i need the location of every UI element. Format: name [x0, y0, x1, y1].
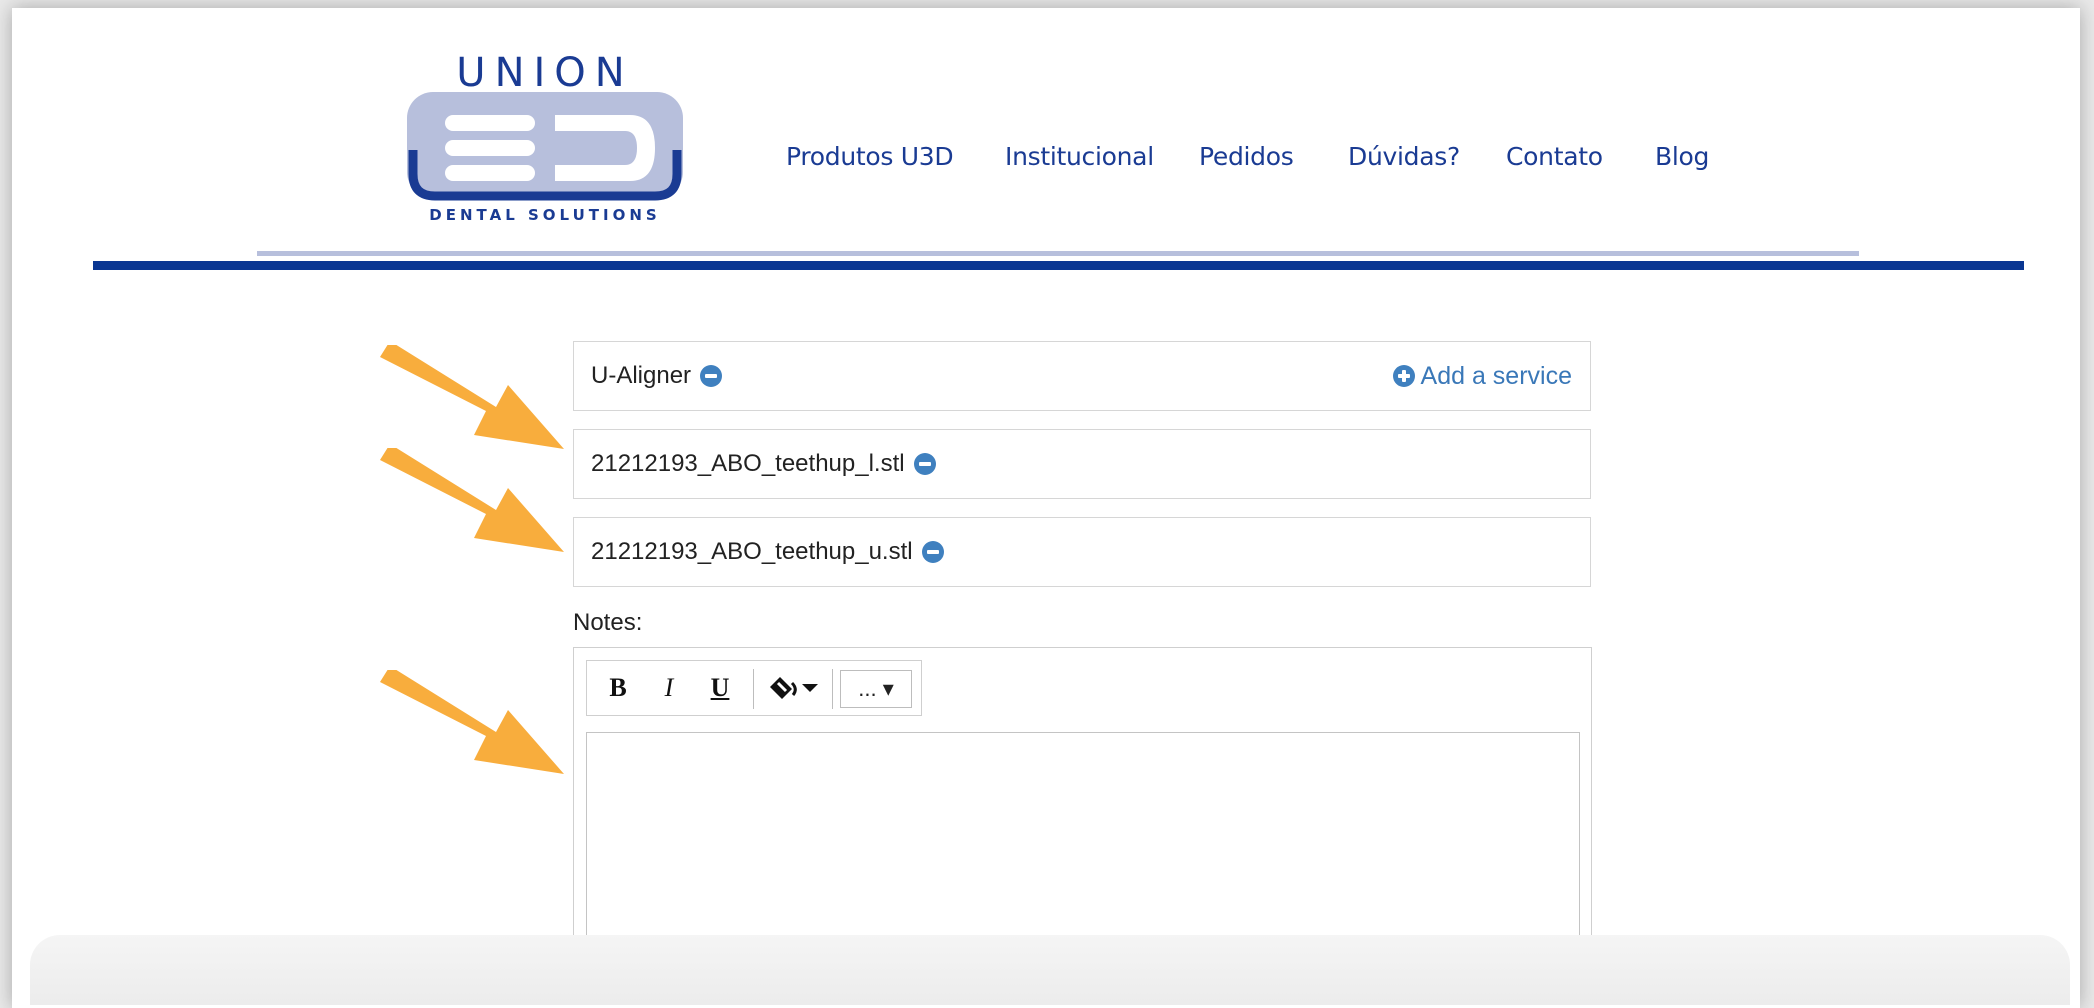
- annotation-arrow-icon: [380, 670, 564, 774]
- notes-label: Notes:: [573, 609, 643, 636]
- file-row: 21212193_ABO_teethup_l.stl: [573, 429, 1591, 499]
- file-name: 21212193_ABO_teethup_u.stl: [591, 538, 913, 565]
- nav-item-blog[interactable]: Blog: [1655, 142, 1709, 171]
- remove-file-icon[interactable]: [921, 541, 944, 563]
- file-name: 21212193_ABO_teethup_l.stl: [591, 450, 905, 477]
- nav-item-institucional[interactable]: Institucional: [1005, 142, 1154, 171]
- header-divider-light: [257, 251, 1859, 256]
- notes-textarea[interactable]: [586, 732, 1580, 952]
- editor-toolbar: B I U ... ▾: [586, 660, 922, 716]
- underline-button[interactable]: U: [703, 671, 737, 705]
- toolbar-separator: [832, 669, 833, 709]
- service-row: U-Aligner Add a service: [573, 341, 1591, 411]
- notes-editor: B I U ... ▾: [573, 647, 1592, 977]
- add-service-button[interactable]: Add a service: [1392, 342, 1572, 410]
- paint-bucket-icon: [770, 677, 818, 699]
- italic-button[interactable]: I: [652, 671, 686, 705]
- nav-item-duvidas[interactable]: Dúvidas?: [1348, 142, 1460, 171]
- text-color-button[interactable]: [763, 671, 825, 705]
- plus-circle-icon: [1392, 365, 1415, 387]
- add-service-label: Add a service: [1420, 361, 1572, 390]
- header-divider-dark: [93, 261, 2024, 270]
- toolbar-separator: [753, 669, 754, 709]
- bold-button[interactable]: B: [601, 671, 635, 705]
- nav-item-contato[interactable]: Contato: [1506, 142, 1603, 171]
- remove-file-icon[interactable]: [913, 453, 936, 475]
- file-row: 21212193_ABO_teethup_u.stl: [573, 517, 1591, 587]
- more-options-dropdown[interactable]: ... ▾: [840, 670, 912, 708]
- bottom-panel: [30, 935, 2070, 1005]
- nav-item-pedidos[interactable]: Pedidos: [1199, 142, 1294, 171]
- logo-tagline: DENTAL SOLUTIONS: [429, 206, 660, 224]
- nav-item-produtos[interactable]: Produtos U3D: [786, 142, 954, 171]
- logo-wordmark: UNION: [456, 50, 633, 96]
- union-3d-logo[interactable]: UNION DENTAL SOLUTIONS: [405, 50, 685, 228]
- service-name: U-Aligner: [591, 362, 692, 389]
- annotation-arrow-icon: [380, 448, 564, 552]
- annotation-arrow-icon: [380, 345, 564, 449]
- remove-service-icon[interactable]: [700, 365, 723, 387]
